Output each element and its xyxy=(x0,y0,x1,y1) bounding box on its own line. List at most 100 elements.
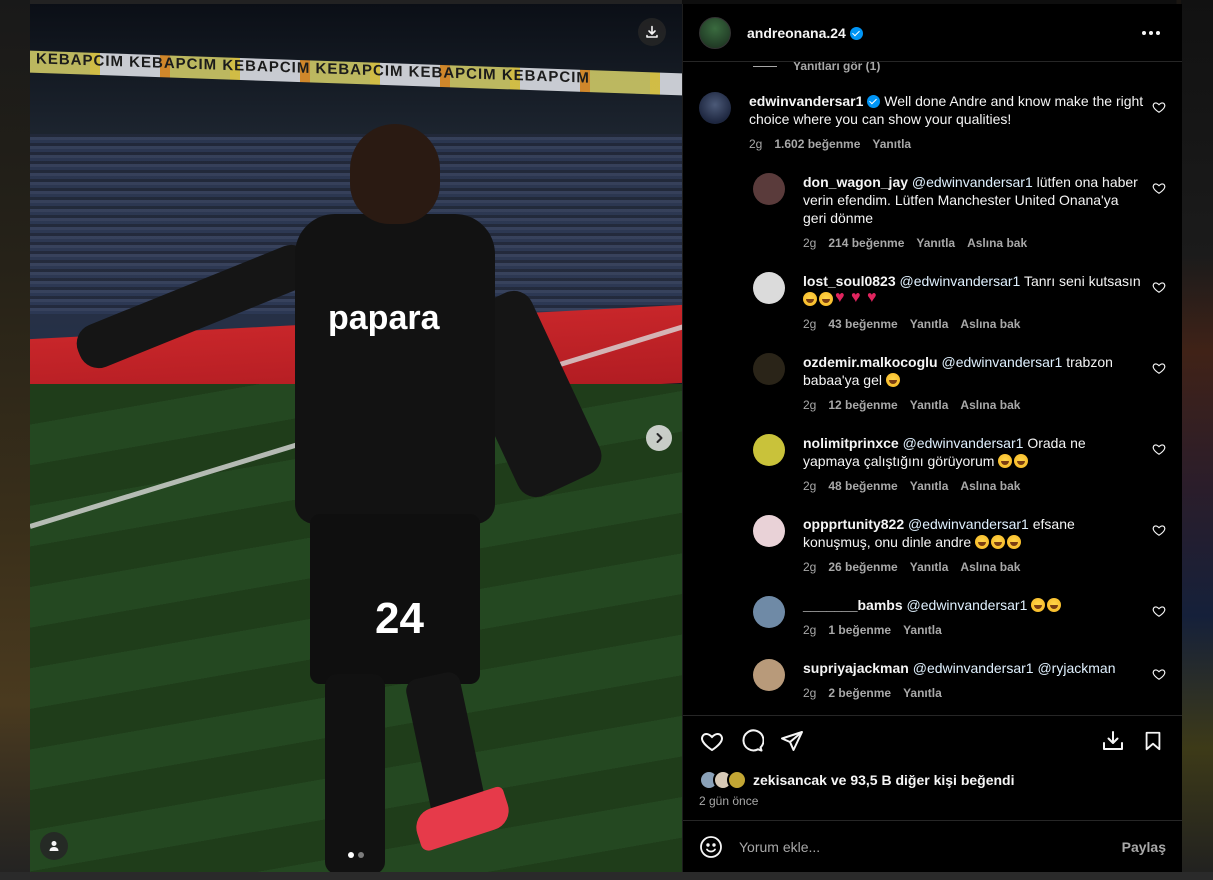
post-comment-button[interactable]: Paylaş xyxy=(1122,839,1166,855)
comment-body: don_wagon_jay @edwinvandersar1 lütfen on… xyxy=(803,173,1166,250)
broken-heart-emoji-icon xyxy=(851,289,865,307)
comment-likes[interactable]: 12 beğenme xyxy=(828,398,897,412)
comment-username[interactable]: supriyajackman xyxy=(803,660,909,676)
likes-user[interactable]: zekisancak xyxy=(753,772,827,788)
comment-username[interactable]: oppprtunity822 xyxy=(803,516,904,532)
comment-username[interactable]: don_wagon_jay xyxy=(803,174,908,190)
next-slide-button[interactable] xyxy=(646,425,672,451)
like-comment-heart-icon[interactable] xyxy=(1152,361,1166,375)
comment-age[interactable]: 2g xyxy=(803,398,816,412)
share-button[interactable] xyxy=(779,728,805,754)
commenter-avatar[interactable] xyxy=(753,173,785,205)
commenter-avatar[interactable] xyxy=(753,353,785,385)
comment-body: edwinvandersar1 Well done Andre and know… xyxy=(749,92,1166,151)
comment-age[interactable]: 2g xyxy=(803,236,816,250)
comment-text: don_wagon_jay @edwinvandersar1 lütfen on… xyxy=(803,173,1144,227)
comment-input[interactable] xyxy=(739,838,1122,855)
emoji-picker-icon[interactable] xyxy=(699,835,723,859)
comment-mention[interactable]: @edwinvandersar1 xyxy=(941,354,1062,370)
comment-likes[interactable]: 1 beğenme xyxy=(828,623,891,637)
reply-button[interactable]: Yanıtla xyxy=(916,236,955,250)
liker-avatars[interactable] xyxy=(699,770,747,790)
laughing-emoji-icon xyxy=(1007,535,1021,549)
reply-button[interactable]: Yanıtla xyxy=(903,623,942,637)
comment-text: supriyajackman @edwinvandersar1 @ryjackm… xyxy=(803,659,1144,677)
comment-mention[interactable]: @edwinvandersar1 xyxy=(908,516,1029,532)
likes-others[interactable]: 93,5 B diğer kişi xyxy=(850,772,957,788)
like-comment-heart-icon[interactable] xyxy=(1152,100,1166,114)
like-button[interactable] xyxy=(699,728,725,754)
commenter-avatar[interactable] xyxy=(753,596,785,628)
download-button[interactable] xyxy=(638,18,666,46)
comment-button[interactable] xyxy=(739,728,765,754)
view-replies-button[interactable]: Yanıtları gör (1) xyxy=(753,62,1166,74)
comment-username[interactable]: _______bambs xyxy=(803,597,903,613)
see-translation-button[interactable]: Aslına bak xyxy=(960,479,1020,493)
comment-username[interactable]: ozdemir.malkocoglu xyxy=(803,354,938,370)
laughing-emoji-icon xyxy=(991,535,1005,549)
comment-age[interactable]: 2g xyxy=(803,623,816,637)
reply-button[interactable]: Yanıtla xyxy=(910,398,949,412)
like-comment-heart-icon[interactable] xyxy=(1152,181,1166,195)
comment-text: _______bambs @edwinvandersar1 xyxy=(803,596,1144,614)
download-post-button[interactable] xyxy=(1100,728,1126,754)
comment-likes[interactable]: 214 beğenme xyxy=(828,236,904,250)
player-head xyxy=(350,124,440,224)
commenter-avatar[interactable] xyxy=(753,659,785,691)
see-translation-button[interactable]: Aslına bak xyxy=(960,398,1020,412)
reply-button[interactable]: Yanıtla xyxy=(910,479,949,493)
tagged-users-button[interactable] xyxy=(40,832,68,860)
comment-username[interactable]: lost_soul0823 xyxy=(803,273,896,289)
comment-likes[interactable]: 48 beğenme xyxy=(828,479,897,493)
like-comment-heart-icon[interactable] xyxy=(1152,442,1166,456)
comment-mention[interactable]: @edwinvandersar1 xyxy=(912,174,1033,190)
commenter-avatar[interactable] xyxy=(753,434,785,466)
comment-username[interactable]: edwinvandersar1 xyxy=(749,93,863,109)
see-translation-button[interactable]: Aslına bak xyxy=(960,317,1020,331)
more-options-button[interactable] xyxy=(1136,25,1166,41)
reply-button[interactable]: Yanıtla xyxy=(910,317,949,331)
see-translation-button[interactable]: Aslına bak xyxy=(967,236,1027,250)
see-translation-button[interactable]: Aslına bak xyxy=(960,560,1020,574)
comment-age[interactable]: 2g xyxy=(803,479,816,493)
comment-meta: 2g 1 beğenme Yanıtla xyxy=(803,623,1144,637)
commenter-avatar[interactable] xyxy=(753,515,785,547)
reply-button[interactable]: Yanıtla xyxy=(872,137,911,151)
post-time[interactable]: 2 gün önce xyxy=(699,794,1166,808)
comment-likes[interactable]: 2 beğenme xyxy=(828,686,891,700)
comment-content[interactable]: @ryjackman xyxy=(1037,660,1115,676)
comment-likes[interactable]: 26 beğenme xyxy=(828,560,897,574)
comment-content: Tanrı seni kutsasın xyxy=(1023,273,1141,289)
heart-icon xyxy=(701,732,723,752)
comment-mention[interactable]: @edwinvandersar1 xyxy=(903,435,1024,451)
comment-likes[interactable]: 43 beğenme xyxy=(828,317,897,331)
likes-text[interactable]: zekisancak ve 93,5 B diğer kişi beğendi xyxy=(753,772,1014,788)
comment-age[interactable]: 2g xyxy=(803,686,816,700)
comment-mention[interactable]: @edwinvandersar1 xyxy=(913,660,1034,676)
like-comment-heart-icon[interactable] xyxy=(1152,523,1166,537)
comment-likes[interactable]: 1.602 beğenme xyxy=(774,137,860,151)
comment-mention[interactable]: @edwinvandersar1 xyxy=(907,597,1028,613)
save-button[interactable] xyxy=(1140,728,1166,754)
comment-mention[interactable]: @edwinvandersar1 xyxy=(900,273,1021,289)
comment-username[interactable]: nolimitprinxce xyxy=(803,435,899,451)
like-comment-heart-icon[interactable] xyxy=(1152,280,1166,294)
author-username[interactable]: andreonana.24 xyxy=(747,25,863,41)
commenter-avatar[interactable] xyxy=(699,92,731,124)
comment-age[interactable]: 2g xyxy=(749,137,762,151)
comment-text: nolimitprinxce @edwinvandersar1 Orada ne… xyxy=(803,434,1144,470)
comment-age[interactable]: 2g xyxy=(803,560,816,574)
reply-button[interactable]: Yanıtla xyxy=(910,560,949,574)
commenter-avatar[interactable] xyxy=(753,272,785,304)
comment-age[interactable]: 2g xyxy=(803,317,816,331)
reply-button[interactable]: Yanıtla xyxy=(903,686,942,700)
like-comment-heart-icon[interactable] xyxy=(1152,667,1166,681)
post-media[interactable]: KEBAPCIM KEBAPCIM KEBAPCIM KEBAPCIM KEBA… xyxy=(30,4,682,872)
reply-comment: nolimitprinxce @edwinvandersar1 Orada ne… xyxy=(753,434,1166,493)
laughing-emoji-icon xyxy=(885,373,900,387)
comments-list[interactable]: Yanıtları gör (1) edwinvandersar1 Well d… xyxy=(683,62,1182,715)
more-dot-icon xyxy=(1149,30,1153,35)
like-comment-heart-icon[interactable] xyxy=(1152,604,1166,618)
author-avatar[interactable] xyxy=(699,16,731,49)
reply-comment: lost_soul0823 @edwinvandersar1 Tanrı sen… xyxy=(753,272,1166,331)
